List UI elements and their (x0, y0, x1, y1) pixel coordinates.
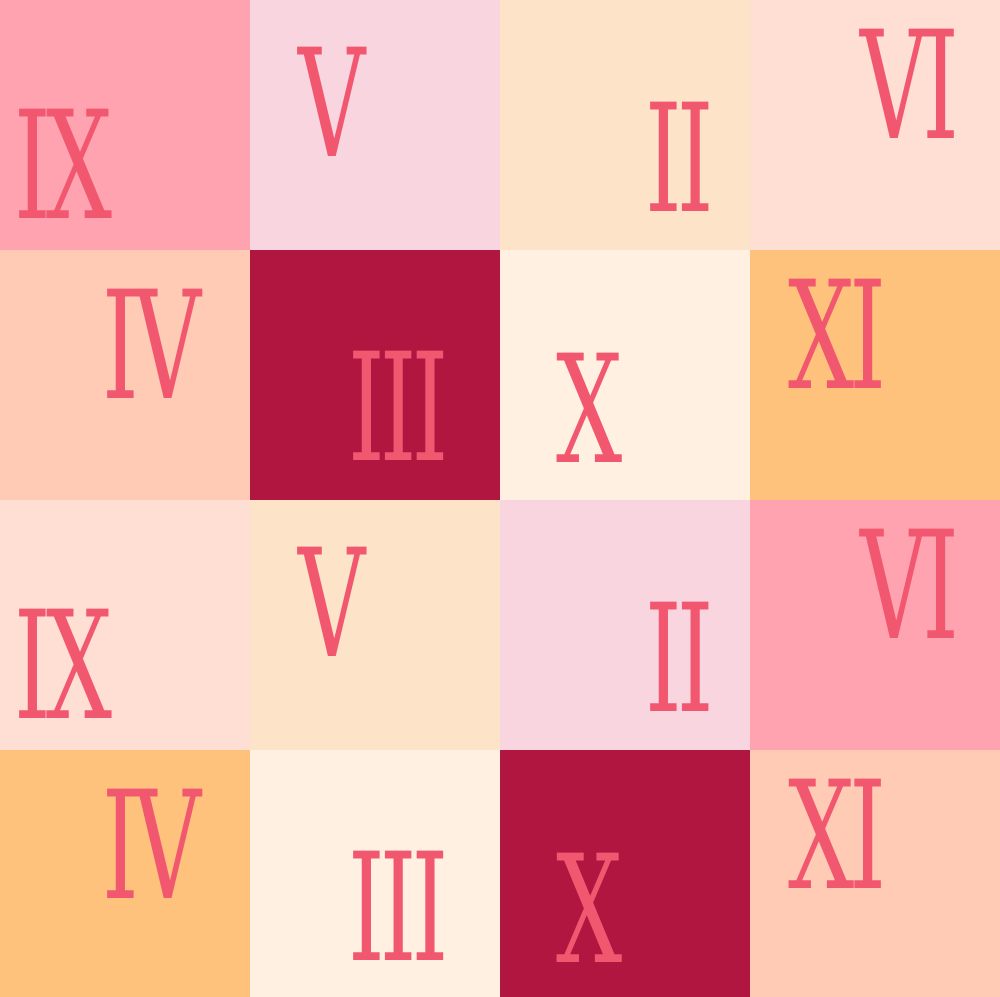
tile-2: V (250, 0, 500, 250)
tile-9: IX (0, 500, 250, 750)
tile-3: II (500, 0, 750, 250)
tile-8: XI (750, 250, 1000, 500)
roman-numeral: III (348, 322, 448, 496)
roman-numeral: VI (860, 500, 959, 674)
roman-numeral: VI (860, 0, 959, 174)
roman-numeral: V (298, 18, 365, 192)
roman-numeral: II (645, 73, 713, 247)
tile-12: VI (750, 500, 1000, 750)
roman-numeral: IV (102, 760, 201, 934)
roman-numeral: III (348, 822, 448, 996)
roman-numeral: XI (788, 250, 886, 424)
roman-numeral: X (556, 324, 622, 498)
roman-numeral: XI (788, 750, 886, 924)
roman-numeral: IX (14, 580, 112, 750)
tile-5: IV (0, 250, 250, 500)
tile-4: VI (750, 0, 1000, 250)
roman-numeral: IV (102, 260, 201, 434)
tile-7: X (500, 250, 750, 500)
tile-10: V (250, 500, 500, 750)
roman-numeral: V (298, 518, 365, 692)
tile-16: XI (750, 750, 1000, 997)
roman-numeral: IX (14, 80, 112, 250)
tile-1: IX (0, 0, 250, 250)
roman-numeral: X (556, 824, 622, 997)
roman-numeral: II (645, 573, 713, 747)
numeral-tile-grid: IX V II VI IV III X XI IX V II VI IV III… (0, 0, 1000, 997)
tile-13: IV (0, 750, 250, 997)
tile-6: III (250, 250, 500, 500)
tile-15: X (500, 750, 750, 997)
tile-14: III (250, 750, 500, 997)
tile-11: II (500, 500, 750, 750)
